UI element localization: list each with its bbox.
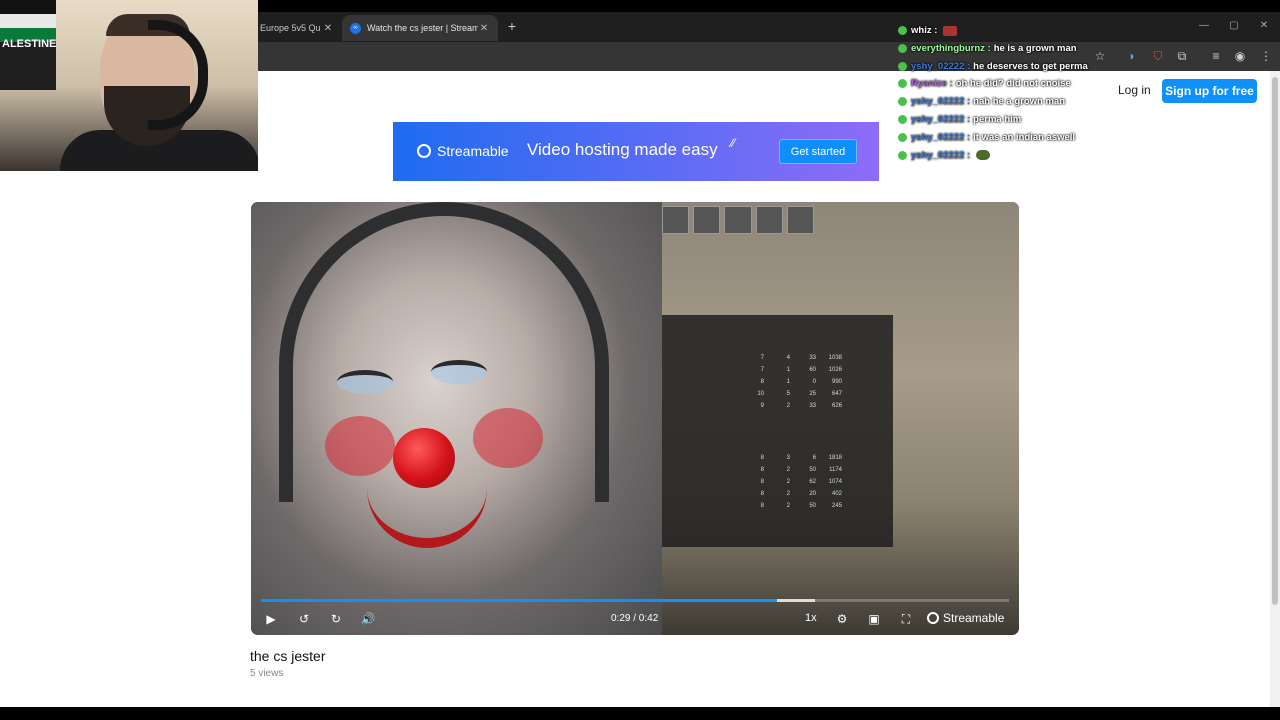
maximize-icon[interactable]: ▢ [1226,20,1242,31]
video-player[interactable]: 7 4 33 1038 7 1 60 1026 8 1 0 990 10 5 25 647 9 2 33 62… [251,202,1019,635]
right-eye-paint [431,360,487,384]
video-views: 5 views [250,668,284,679]
chat-username: yshy_02222 : [911,114,971,125]
chat-message: yshy_02222 : it was an indian aswell [898,132,1075,143]
tab-label: Europe 5v5 Qu [260,23,321,33]
close-tab-icon[interactable]: ✕ [478,23,490,34]
chat-username: whiz : [911,25,938,36]
sparkle-icon: ⁄⁄ [731,136,736,150]
chat-badge-icon [898,97,907,107]
login-link[interactable]: Log in [1118,83,1151,97]
chat-username: yshy_02222 : [911,96,971,108]
settings-gear-icon[interactable]: ⚙ [833,610,851,628]
page-scrollbar[interactable] [1270,71,1280,707]
player-brand-link[interactable]: Streamable [927,611,1004,625]
game-hud-cards [662,206,815,246]
banner-tagline: Video hosting made easy [527,140,718,159]
chat-text: he deserves to get perma [973,60,1088,72]
tab-europe[interactable]: Europe 5v5 Qu ✕ [252,15,342,41]
video-frame-game: 7 4 33 1038 7 1 60 1026 8 1 0 990 10 5 25 647 9 2 33 62… [662,202,1019,635]
close-tab-icon[interactable]: ✕ [322,23,334,34]
new-tab-button[interactable]: + [504,18,520,34]
close-window-icon[interactable]: ✕ [1256,20,1272,31]
chat-username: everythingburnz : [911,42,991,54]
chat-text: he is a grown man [993,42,1077,54]
chat-message: yshy_02222 : perma him [898,114,1021,125]
browser-menu-icon[interactable]: ⋮ [1258,48,1274,64]
tab-label: Watch the cs jester | Streamable [367,23,478,33]
screen: Europe 5v5 Qu ✕ ∞ Watch the cs jester | … [0,0,1280,720]
game-scoreboard: 7 4 33 1038 7 1 60 1026 8 1 0 990 10 5 25 647 9 2 33 62… [662,315,893,547]
forward-10-icon[interactable]: ↻ [327,610,345,628]
chat-message: yshy_02222 : [898,149,991,161]
progress-bar[interactable] [261,599,1009,602]
scrollbar-thumb[interactable] [1272,77,1278,605]
banner-logo: Streamable [417,143,509,159]
chat-text: nah he a grown man [973,96,1066,108]
chat-text: it was an indian aswell [973,131,1076,143]
media-control-icon[interactable]: ≡ [1208,48,1224,64]
clown-nose [393,428,455,488]
signup-button[interactable]: Sign up for free [1162,79,1257,103]
chat-username: yshy_02222 : [911,131,971,143]
left-eye-paint [337,370,393,394]
clown-mouth [367,488,487,548]
chat-emote-icon [943,25,958,36]
chat-badge-icon [898,61,907,71]
extension-audio-icon[interactable]: ◗ [1124,48,1140,64]
fullscreen-icon[interactable]: ⛶ [897,610,915,628]
player-brand-label: Streamable [943,611,1005,625]
rewind-10-icon[interactable]: ↺ [295,610,313,628]
chat-badge-icon [898,79,907,89]
flag-poster: ALESTINE [0,0,56,90]
chat-message: everythingburnz : he is a grown man [898,43,1077,54]
chat-message: Ryanize : oh he did? did not cnoise [898,78,1071,89]
video-title: the cs jester [250,648,326,664]
tab-streamable[interactable]: ∞ Watch the cs jester | Streamable ✕ [342,15,498,41]
time-display: 0:29 / 0:42 [611,613,659,624]
chat-message: yshy_02222 : nah he a grown man [898,96,1065,107]
bookmark-star-icon[interactable]: ☆ [1092,48,1108,64]
picture-in-picture-icon[interactable]: ▣ [865,610,883,628]
chat-text: oh he did? did not cnoise [955,78,1071,90]
headphones-icon [148,20,208,130]
left-cheek-paint [325,416,395,476]
chat-badge-icon [898,26,907,35]
chat-username: yshy_02222 : [911,149,971,161]
volume-icon[interactable]: 🔊 [359,610,377,628]
chat-badge-icon [898,115,907,124]
progress-played [261,599,778,602]
chat-badge-icon [898,150,907,160]
streamable-logo-icon [417,144,431,158]
video-frame-webcam [251,202,662,635]
extension-blocker-icon[interactable]: ⛉ [1150,48,1166,64]
chat-username: yshy_02222 : [911,60,971,72]
play-icon[interactable]: ▶ [263,610,279,628]
get-started-button[interactable]: Get started [779,139,857,164]
ad-banner[interactable]: Streamable Video hosting made easy ⁄⁄ Ge… [393,122,879,181]
chat-emote-icon [976,150,991,161]
chat-text: perma him [973,114,1022,125]
poster-text: ALESTINE [2,38,57,50]
chat-username: Ryanize : [911,78,953,90]
chat-badge-icon [898,132,907,142]
banner-brand: Streamable [437,143,509,159]
extensions-puzzle-icon[interactable]: ⧉ [1174,48,1190,64]
chat-message: whiz : [898,25,958,36]
streamable-favicon-icon: ∞ [350,22,361,34]
playback-speed-button[interactable]: 1x [805,612,817,624]
streamable-logo-icon [927,612,939,624]
chat-badge-icon [898,43,907,53]
minimize-icon[interactable]: — [1196,20,1212,31]
chat-message: yshy_02222 : he deserves to get perma [898,61,1088,72]
right-cheek-paint [473,408,543,468]
streamer-webcam: ALESTINE [0,0,258,171]
profile-avatar-icon[interactable]: ◉ [1232,48,1248,64]
